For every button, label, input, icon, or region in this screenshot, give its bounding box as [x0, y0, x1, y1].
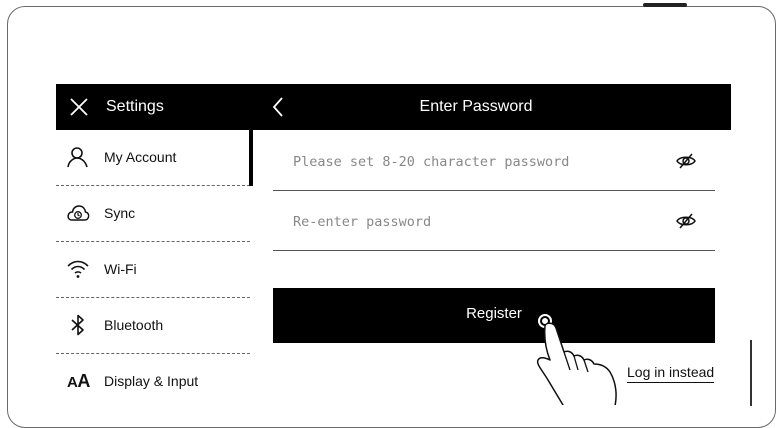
register-button[interactable]: Register — [273, 288, 715, 343]
eye-hidden-icon[interactable] — [675, 150, 697, 172]
sidebar-item-label: My Account — [104, 149, 177, 165]
confirm-password-field — [273, 193, 715, 251]
user-icon — [67, 147, 88, 168]
top-bar: Settings Enter Password — [56, 84, 731, 130]
close-icon[interactable] — [68, 96, 90, 118]
sidebar-item-label: Bluetooth — [104, 317, 164, 333]
back-icon[interactable] — [270, 96, 286, 118]
bluetooth-icon — [71, 314, 84, 336]
sidebar-item-display-input[interactable]: AA Display & Input — [56, 354, 250, 405]
wifi-icon — [67, 260, 89, 278]
sidebar-item-wifi[interactable]: Wi-Fi — [56, 242, 250, 298]
device-side-edge — [750, 340, 752, 406]
cloud-sync-icon — [67, 205, 90, 221]
confirm-password-input[interactable] — [291, 211, 635, 233]
register-button-label: Register — [466, 305, 522, 322]
sidebar-item-label: Display & Input — [104, 373, 199, 389]
screen: Settings Enter Password My Account Sync — [56, 84, 731, 405]
sidebar-item-sync[interactable]: Sync — [56, 186, 250, 242]
eye-hidden-icon[interactable] — [675, 210, 697, 232]
display-input-icon: AA — [67, 371, 90, 391]
password-field — [273, 133, 715, 191]
tapping-hand-icon — [536, 314, 617, 405]
sidebar-item-my-account[interactable]: My Account — [56, 130, 253, 186]
login-instead-link[interactable]: Log in instead — [627, 364, 715, 383]
password-input[interactable] — [291, 151, 635, 173]
sidebar-item-label: Wi-Fi — [104, 261, 137, 277]
page-title: Enter Password — [419, 98, 533, 115]
sidebar-item-label: Sync — [104, 205, 136, 221]
power-button — [643, 3, 687, 7]
sidebar-item-bluetooth[interactable]: Bluetooth — [56, 298, 250, 354]
settings-title: Settings — [106, 98, 164, 115]
settings-sidebar: My Account Sync Wi-Fi Bluetooth AA Displ… — [56, 130, 253, 405]
